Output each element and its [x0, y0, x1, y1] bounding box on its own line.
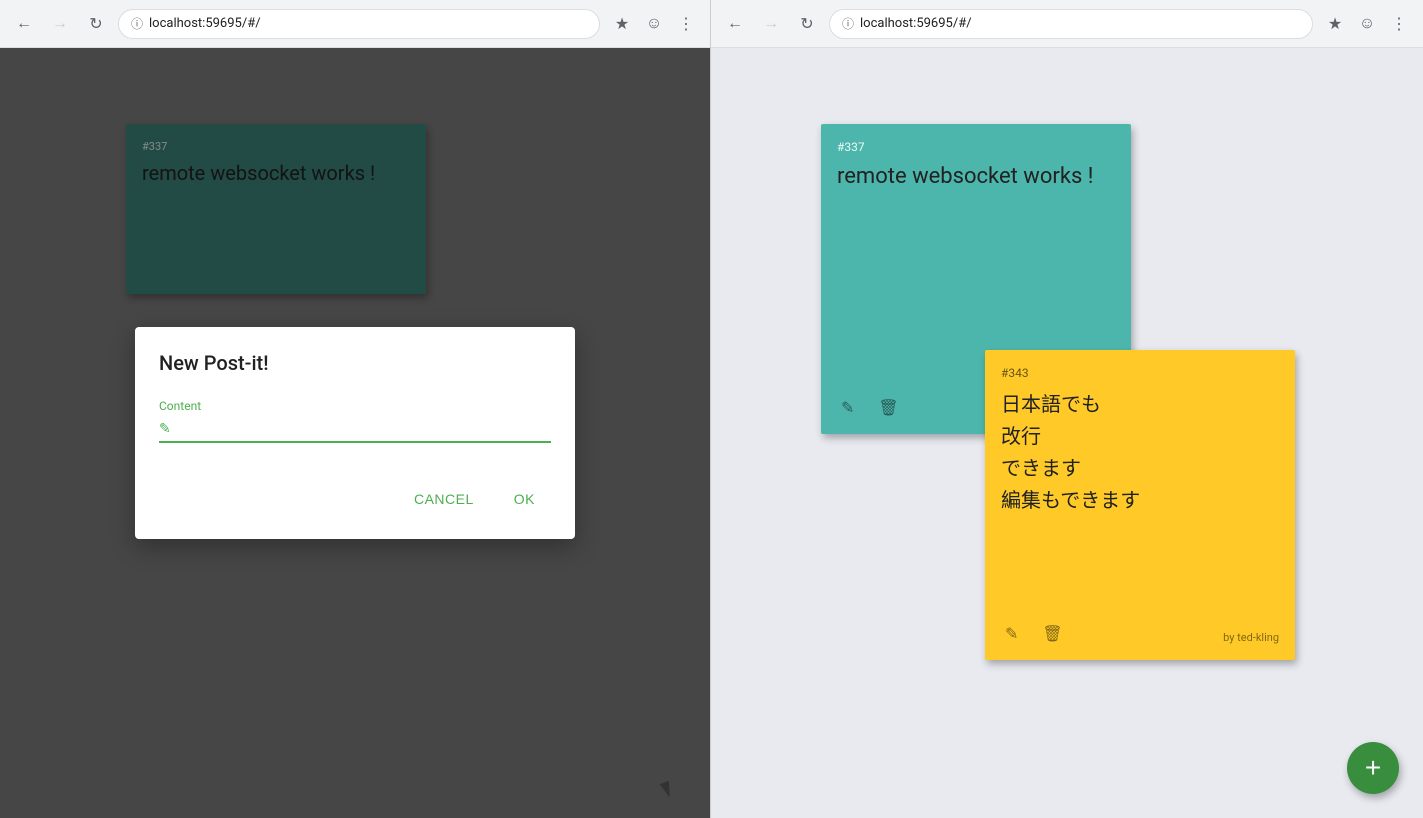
- toolbar-icons-left: ★ ☺ ⋮: [608, 10, 700, 38]
- lock-icon-left: ⓘ: [131, 15, 143, 32]
- right-yellow-line2: 改行: [1001, 424, 1041, 448]
- fab-icon: +: [1365, 752, 1381, 784]
- fab-add-button[interactable]: +: [1347, 742, 1399, 794]
- account-button-right[interactable]: ☺: [1353, 10, 1381, 38]
- modal-actions: CANCEL OK: [159, 483, 551, 515]
- modal-content-field: Content ✎: [159, 399, 551, 443]
- right-toolbar: ← → ↻ ⓘ localhost:59695/#/ ★ ☺ ⋮: [711, 0, 1423, 48]
- forward-button-right[interactable]: →: [757, 10, 785, 38]
- right-teal-card-actions: ✎ 🗑: [837, 394, 903, 422]
- right-yellow-line4: 編集もできます: [1001, 488, 1140, 512]
- modal-title: New Post-it!: [159, 351, 551, 375]
- right-browser-window: ← → ↻ ⓘ localhost:59695/#/ ★ ☺ ⋮ #337 re…: [711, 0, 1423, 818]
- left-toolbar: ← → ↻ ⓘ localhost:59695/#/ ★ ☺ ⋮: [0, 0, 710, 48]
- cancel-button[interactable]: CANCEL: [398, 483, 490, 515]
- right-teal-card-text: remote websocket works !: [837, 162, 1115, 193]
- address-bar-right[interactable]: ⓘ localhost:59695/#/: [829, 9, 1313, 39]
- right-yellow-card-text: 日本語でも 改行 できます 編集もできます: [1001, 388, 1279, 516]
- right-app-content: #337 remote websocket works ! ✎ 🗑 #343 日…: [711, 48, 1423, 818]
- url-right: localhost:59695/#/: [860, 16, 972, 31]
- left-browser-window: ← → ↻ ⓘ localhost:59695/#/ ★ ☺ ⋮ #337 re…: [0, 0, 711, 818]
- right-yellow-card-actions: ✎ 🗑: [1001, 620, 1067, 648]
- modal-dialog: New Post-it! Content ✎ CANCEL OK: [135, 327, 575, 539]
- reload-button-right[interactable]: ↻: [793, 10, 821, 38]
- forward-button-left[interactable]: →: [46, 10, 74, 38]
- menu-button-right[interactable]: ⋮: [1385, 10, 1413, 38]
- ok-button[interactable]: OK: [498, 483, 551, 515]
- bookmark-button-left[interactable]: ★: [608, 10, 636, 38]
- account-button-left[interactable]: ☺: [640, 10, 668, 38]
- lock-icon-right: ⓘ: [842, 15, 854, 32]
- right-teal-card-number: #337: [837, 140, 1115, 154]
- right-yellow-card: #343 日本語でも 改行 できます 編集もできます ✎ 🗑 by ted-kl…: [985, 350, 1295, 660]
- bookmark-button-right[interactable]: ★: [1321, 10, 1349, 38]
- modal-overlay: New Post-it! Content ✎ CANCEL OK: [0, 48, 710, 818]
- reload-button-left[interactable]: ↻: [82, 10, 110, 38]
- toolbar-icons-right: ★ ☺ ⋮: [1321, 10, 1413, 38]
- right-yellow-card-number: #343: [1001, 366, 1279, 380]
- right-yellow-line3: できます: [1001, 456, 1081, 480]
- back-button-right[interactable]: ←: [721, 10, 749, 38]
- url-left: localhost:59695/#/: [149, 16, 261, 31]
- right-yellow-line1: 日本語でも: [1001, 392, 1101, 416]
- address-bar-left[interactable]: ⓘ localhost:59695/#/: [118, 9, 600, 39]
- right-yellow-edit-button[interactable]: ✎: [1001, 620, 1022, 648]
- right-yellow-card-author: by ted-kling: [1223, 631, 1279, 644]
- right-yellow-delete-button[interactable]: 🗑: [1038, 620, 1066, 648]
- right-teal-edit-button[interactable]: ✎: [837, 394, 858, 422]
- left-app-content: #337 remote websocket works ! New Post-i…: [0, 48, 710, 818]
- content-input[interactable]: [159, 399, 551, 443]
- back-button-left[interactable]: ←: [10, 10, 38, 38]
- menu-button-left[interactable]: ⋮: [672, 10, 700, 38]
- right-teal-delete-button[interactable]: 🗑: [874, 394, 902, 422]
- pencil-icon: ✎: [159, 421, 171, 437]
